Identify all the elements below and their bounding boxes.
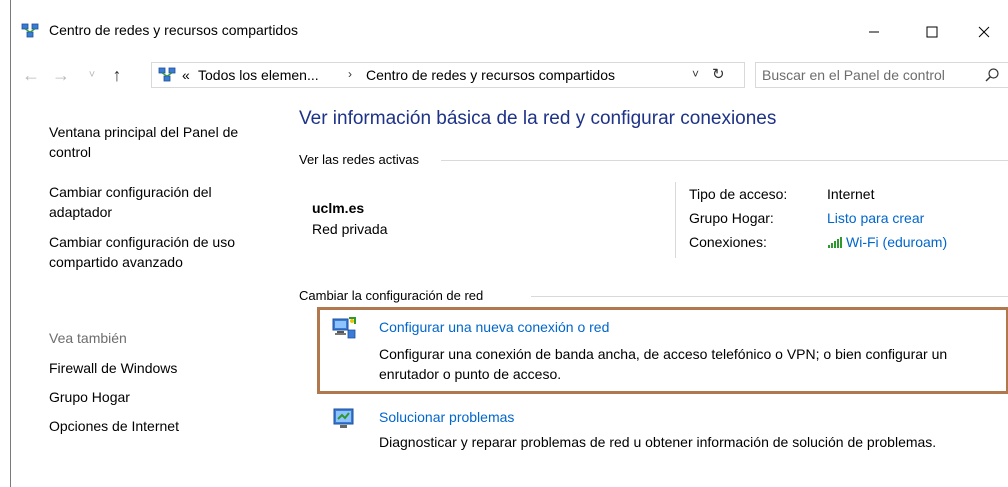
sidebar-link-change-adapter-settings[interactable]: Cambiar configuración del adaptador bbox=[49, 182, 212, 222]
breadcrumb-overflow[interactable]: « bbox=[182, 67, 190, 83]
recent-locations-button[interactable]: ˅ bbox=[85, 64, 99, 86]
homegroup-label: Grupo Hogar: bbox=[689, 210, 774, 226]
new-connection-icon[interactable] bbox=[331, 316, 357, 340]
network-center-icon bbox=[21, 23, 39, 38]
change-settings-heading: Cambiar la configuración de red bbox=[299, 288, 484, 303]
forward-button[interactable]: → bbox=[51, 64, 71, 86]
vertical-divider bbox=[675, 182, 676, 258]
sidebar-link-label: compartido avanzado bbox=[49, 254, 183, 270]
breadcrumb-network-center[interactable]: Centro de redes y recursos compartidos bbox=[366, 67, 615, 83]
connection-wifi-label: Wi-Fi (eduroam) bbox=[846, 234, 948, 250]
main-content: Ver información básica de la red y confi… bbox=[291, 94, 1008, 487]
troubleshoot-link[interactable]: Solucionar problemas bbox=[379, 409, 514, 425]
sidebar-link-firewall[interactable]: Firewall de Windows bbox=[49, 358, 177, 378]
search-box[interactable] bbox=[755, 62, 1008, 88]
address-bar: ← → ˅ ↑ « Todos los elemen... › Centro d… bbox=[11, 56, 1008, 94]
setup-new-connection-description: Configurar una conexión de banda ancha, … bbox=[379, 344, 947, 384]
page-title: Ver información básica de la red y confi… bbox=[299, 108, 777, 129]
sidebar-link-label: Cambiar configuración de uso bbox=[49, 234, 235, 250]
sidebar-link-control-panel-home[interactable]: Ventana principal del Panel de control bbox=[49, 122, 238, 162]
back-button[interactable]: ← bbox=[21, 64, 41, 86]
sidebar-link-internet-options[interactable]: Opciones de Internet bbox=[49, 416, 179, 436]
connection-wifi-link[interactable]: Wi-Fi (eduroam) bbox=[827, 234, 947, 250]
section-divider bbox=[441, 160, 1008, 161]
sidebar-link-advanced-sharing[interactable]: Cambiar configuración de uso compartido … bbox=[49, 232, 235, 272]
troubleshoot-icon[interactable] bbox=[331, 406, 357, 430]
description-line: Configurar una conexión de banda ancha, … bbox=[379, 346, 948, 362]
homegroup-link[interactable]: Listo para crear bbox=[827, 210, 924, 226]
active-networks-heading: Ver las redes activas bbox=[299, 152, 419, 167]
see-also-heading: Vea también bbox=[49, 330, 127, 346]
sidebar-link-label: Ventana principal del Panel de bbox=[49, 124, 239, 140]
address-field[interactable]: « Todos los elemen... › Centro de redes … bbox=[151, 62, 745, 88]
connections-label: Conexiones: bbox=[689, 234, 767, 250]
title-bar: Centro de redes y recursos compartidos bbox=[11, 0, 1008, 56]
sidebar-link-label: adaptador bbox=[49, 204, 113, 220]
sidebar-link-label: control bbox=[49, 144, 92, 160]
breadcrumb-separator[interactable]: › bbox=[348, 67, 352, 81]
window-title: Centro de redes y recursos compartidos bbox=[49, 22, 298, 38]
sidebar: Ventana principal del Panel de control C… bbox=[11, 94, 281, 487]
address-dropdown-button[interactable]: ˅ bbox=[692, 67, 699, 81]
section-divider bbox=[531, 296, 1008, 297]
close-button[interactable] bbox=[961, 12, 1007, 52]
description-line: enrutador o punto de acceso. bbox=[379, 366, 562, 382]
breadcrumb-all-items[interactable]: Todos los elemen... bbox=[198, 67, 319, 83]
access-type-value: Internet bbox=[827, 186, 875, 202]
sidebar-link-label: Cambiar configuración del bbox=[49, 184, 212, 200]
network-category: Red privada bbox=[312, 221, 388, 237]
refresh-button[interactable]: ↻ bbox=[712, 65, 725, 83]
up-button[interactable]: ↑ bbox=[107, 64, 127, 86]
search-icon[interactable] bbox=[984, 67, 1000, 83]
access-type-label: Tipo de acceso: bbox=[689, 186, 788, 202]
troubleshoot-description: Diagnosticar y reparar problemas de red … bbox=[379, 434, 937, 450]
maximize-button[interactable] bbox=[909, 12, 955, 52]
close-icon bbox=[978, 26, 990, 38]
minimize-icon bbox=[869, 31, 879, 33]
wifi-signal-icon bbox=[828, 237, 842, 248]
maximize-icon bbox=[926, 26, 938, 38]
network-name: uclm.es bbox=[312, 200, 365, 216]
search-input[interactable] bbox=[762, 66, 972, 84]
setup-new-connection-link[interactable]: Configurar una nueva conexión o red bbox=[379, 319, 609, 335]
minimize-button[interactable] bbox=[851, 12, 897, 52]
window: Centro de redes y recursos compartidos ←… bbox=[10, 0, 1008, 487]
network-center-icon bbox=[158, 67, 176, 82]
sidebar-link-homegroup[interactable]: Grupo Hogar bbox=[49, 387, 130, 407]
